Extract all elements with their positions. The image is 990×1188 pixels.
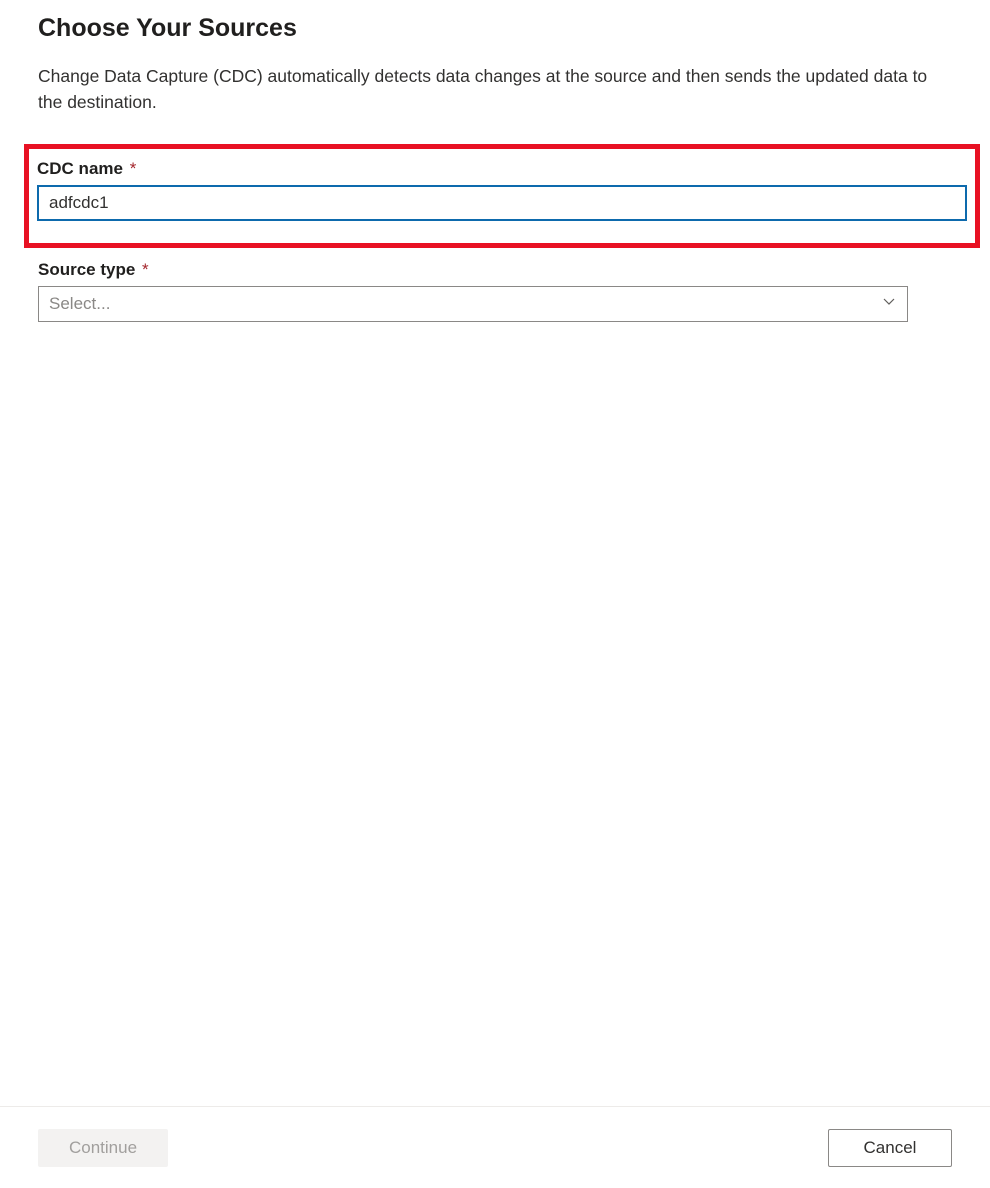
source-type-placeholder: Select... [49,294,110,314]
source-type-field-group: Source type * Select... [38,260,952,322]
source-type-label: Source type * [38,260,952,280]
footer-bar: Continue Cancel [0,1106,990,1188]
continue-button[interactable]: Continue [38,1129,168,1167]
page-title: Choose Your Sources [38,14,952,43]
source-type-select[interactable]: Select... [38,286,908,322]
required-asterisk: * [142,260,149,279]
source-type-select-wrapper: Select... [38,286,908,322]
required-asterisk: * [130,159,137,178]
cdc-name-input[interactable] [37,185,967,221]
cdc-name-field-group: CDC name * [37,159,967,221]
page-description: Change Data Capture (CDC) automatically … [38,63,948,116]
cancel-button[interactable]: Cancel [828,1129,952,1167]
source-type-label-text: Source type [38,260,135,279]
cdc-name-highlight: CDC name * [24,144,980,248]
cdc-name-label: CDC name * [37,159,967,179]
cdc-name-label-text: CDC name [37,159,123,178]
